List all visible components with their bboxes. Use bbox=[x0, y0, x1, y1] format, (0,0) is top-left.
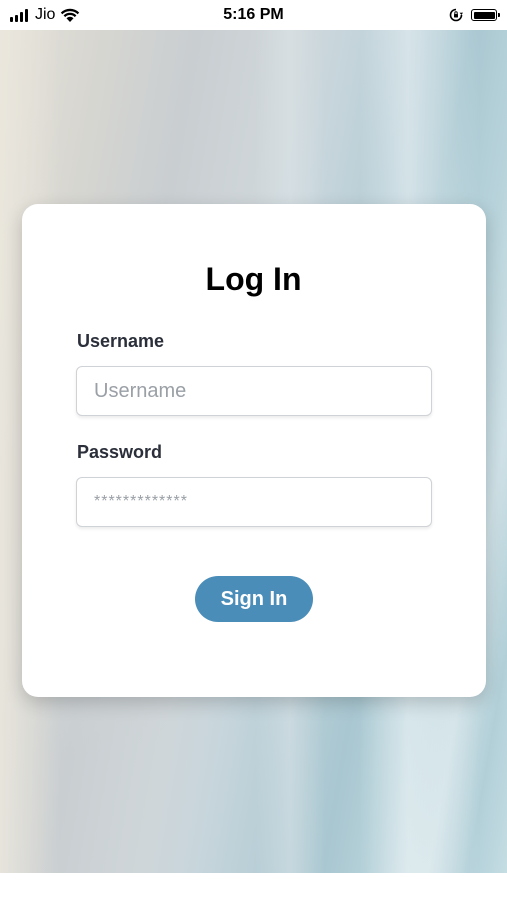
status-bar: Jio 5:16 PM bbox=[0, 0, 507, 30]
wifi-icon bbox=[61, 8, 80, 22]
username-label: Username bbox=[77, 331, 165, 351]
username-input[interactable] bbox=[76, 366, 432, 416]
battery-icon bbox=[471, 9, 500, 21]
password-input[interactable] bbox=[76, 477, 432, 527]
bottom-bar bbox=[0, 873, 507, 900]
page-title: Log In bbox=[205, 261, 302, 297]
sign-in-button[interactable]: Sign In bbox=[195, 576, 313, 622]
password-label: Password bbox=[77, 442, 163, 462]
orientation-lock-icon bbox=[449, 8, 463, 22]
signal-icon bbox=[10, 8, 28, 22]
carrier-name: Jio bbox=[35, 6, 56, 23]
status-right bbox=[449, 8, 500, 22]
status-left: Jio bbox=[10, 6, 80, 24]
